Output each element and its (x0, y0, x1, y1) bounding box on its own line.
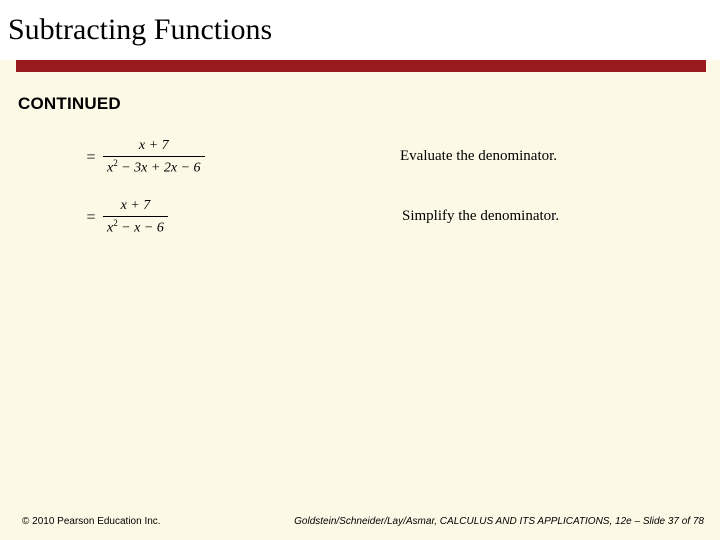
title-band: Subtracting Functions (0, 0, 720, 60)
fraction-1-denominator: x2 − 3x + 2x − 6 (103, 158, 205, 177)
attribution: Goldstein/Schneider/Lay/Asmar, CALCULUS … (294, 516, 704, 527)
attribution-slide: , 12e – Slide 37 of 78 (609, 516, 704, 527)
fraction-1: x + 7 x2 − 3x + 2x − 6 (103, 138, 205, 177)
attribution-authors: Goldstein/Schneider/Lay/Asmar, (294, 516, 440, 527)
equals-sign: = (85, 149, 97, 167)
fraction-1-bar (103, 156, 205, 157)
slide-title: Subtracting Functions (8, 13, 272, 47)
title-underline (16, 60, 706, 72)
copyright-text: © 2010 Pearson Education Inc. (22, 516, 161, 527)
footer: © 2010 Pearson Education Inc. Goldstein/… (0, 508, 720, 540)
equation-row-1: = x + 7 x2 − 3x + 2x − 6 (85, 138, 205, 177)
continued-label: CONTINUED (18, 94, 121, 114)
work-area: = x + 7 x2 − 3x + 2x − 6 Evaluate the de… (0, 128, 720, 500)
equals-sign: = (85, 209, 97, 227)
fraction-2-denominator: x2 − x − 6 (103, 218, 168, 237)
explanation-1: Evaluate the denominator. (400, 148, 557, 165)
equation-row-2: = x + 7 x2 − x − 6 (85, 198, 168, 237)
fraction-2-bar (103, 216, 168, 217)
explanation-2: Simplify the denominator. (402, 208, 559, 225)
slide: Subtracting Functions CONTINUED = x + 7 … (0, 0, 720, 540)
fraction-1-numerator: x + 7 (135, 138, 173, 155)
attribution-book: CALCULUS AND ITS APPLICATIONS (440, 516, 610, 527)
fraction-2: x + 7 x2 − x − 6 (103, 198, 168, 237)
fraction-2-numerator: x + 7 (117, 198, 155, 215)
